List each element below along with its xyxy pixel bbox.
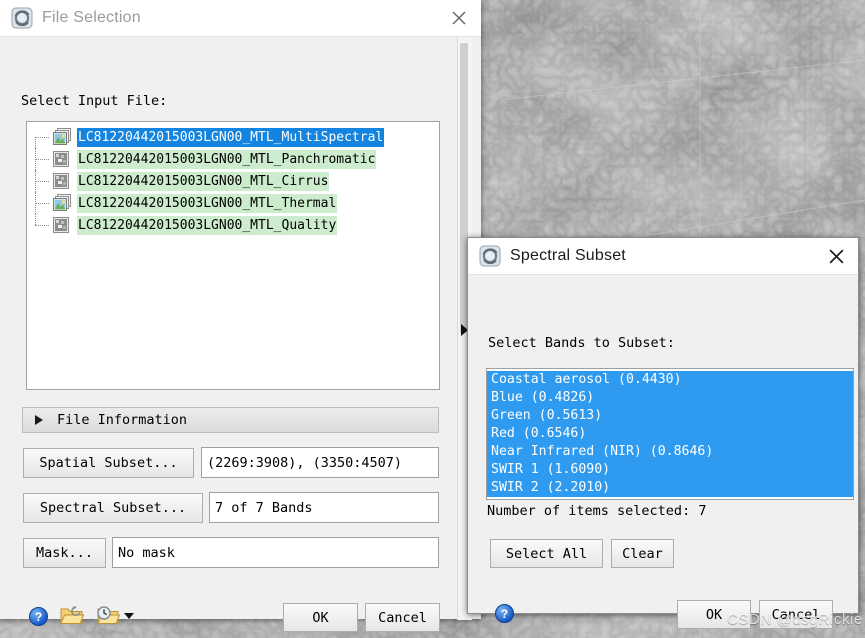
list-item[interactable]: SWIR 2 (2.2010) [487,479,853,497]
list-item[interactable]: LC81220442015003LGN00_MTL_MultiSpectral [27,126,439,148]
spectral-subset-value-text: 7 of 7 Bands [215,499,313,516]
cancel-button[interactable]: Cancel [365,603,440,632]
ok-button[interactable]: OK [283,603,358,632]
recent-files-dropdown-arrow-icon[interactable] [124,613,134,619]
spectral-subset-body: Select Bands to Subset: Coastal aerosol … [468,275,858,629]
grayscale-file-icon [53,172,72,190]
list-item[interactable]: SWIR 1 (1.6090) [487,461,853,479]
list-item[interactable]: Blue (0.4826) [487,389,853,407]
tree-connector [27,148,53,170]
help-icon-label: ? [34,609,43,624]
select-bands-label: Select Bands to Subset: [488,335,675,351]
triangle-right-icon [35,415,43,425]
list-item[interactable]: Red (0.6546) [487,425,853,443]
select-input-file-label: Select Input File: [21,93,168,109]
spectral-subset-titlebar: Spectral Subset [468,238,858,275]
cancel-button-label: Cancel [378,609,427,626]
tree-connector [27,170,53,192]
help-icon[interactable]: ? [495,604,514,623]
help-icon[interactable]: ? [29,607,48,626]
ok-button-label: OK [705,606,723,623]
spatial-subset-button[interactable]: Spatial Subset... [23,448,194,478]
recent-files-icon[interactable] [95,605,121,632]
spectral-subset-button[interactable]: Spectral Subset... [23,493,203,523]
mask-button[interactable]: Mask... [23,538,106,568]
selected-count-label: Number of items selected: 7 [487,503,707,519]
multispectral-file-icon [53,194,72,212]
tree-connector [27,214,53,236]
envi-app-icon [479,245,501,267]
envi-app-icon [11,7,33,29]
ok-button-label: OK [312,609,329,626]
mask-value-text: No mask [118,544,175,561]
spectral-subset-title: Spectral Subset [510,247,626,264]
spectral-subset-dialog: Spectral Subset Select Bands to Subset: … [467,237,859,629]
file-information-label: File Information [57,412,188,428]
file-selection-title: File Selection [42,9,141,26]
list-item-label: LC81220442015003LGN00_MTL_MultiSpectral [77,127,385,147]
spatial-subset-value[interactable]: (2269:3908), (3350:4507) [201,447,439,478]
tree-connector [27,126,53,148]
select-all-button-label: Select All [505,545,588,562]
grayscale-file-icon [53,216,72,234]
list-item[interactable]: LC81220442015003LGN00_MTL_Cirrus [27,170,439,192]
close-icon[interactable] [814,238,858,274]
list-item[interactable]: Coastal aerosol (0.4430) [487,371,853,389]
list-item[interactable]: LC81220442015003LGN00_MTL_Panchromatic [27,148,439,170]
list-item[interactable]: Near Infrared (NIR) (0.8646) [487,443,853,461]
spatial-subset-value-text: (2269:3908), (3350:4507) [207,454,403,471]
list-item-label: LC81220442015003LGN00_MTL_Quality [77,215,338,235]
file-selection-titlebar: File Selection [0,0,481,37]
tree-connector [27,192,53,214]
spatial-subset-button-label: Spatial Subset... [39,455,178,471]
open-folder-icon[interactable] [60,605,85,632]
mask-value[interactable]: No mask [112,537,439,568]
file-selection-body: Select Input File: LC81220442015003LGN00… [0,37,481,632]
list-item-label: LC81220442015003LGN00_MTL_Thermal [77,193,338,213]
multispectral-file-icon [53,128,72,146]
spectral-subset-button-label: Spectral Subset... [39,500,187,516]
mask-button-label: Mask... [36,545,93,561]
file-information-expander[interactable]: File Information [22,407,439,433]
list-item-label: LC81220442015003LGN00_MTL_Cirrus [77,171,330,191]
watermark-text: CSDN @dsgRickie [727,611,863,628]
spectral-subset-value[interactable]: 7 of 7 Bands [209,492,439,523]
list-item[interactable]: LC81220442015003LGN00_MTL_Thermal [27,192,439,214]
list-item[interactable]: LC81220442015003LGN00_MTL_Quality [27,214,439,236]
band-list[interactable]: Coastal aerosol (0.4430) Blue (0.4826) G… [486,368,854,500]
list-item-label: LC81220442015003LGN00_MTL_Panchromatic [77,149,377,169]
clear-button-label: Clear [622,545,663,562]
clear-button[interactable]: Clear [611,539,674,568]
select-all-button[interactable]: Select All [490,539,603,568]
close-icon[interactable] [437,0,481,36]
file-selection-dialog: File Selection Select Input File: LC8122… [0,0,481,632]
help-icon-label: ? [500,606,509,621]
grayscale-file-icon [53,150,72,168]
input-file-list[interactable]: LC81220442015003LGN00_MTL_MultiSpectral … [26,121,440,390]
list-item[interactable]: Green (0.5613) [487,407,853,425]
